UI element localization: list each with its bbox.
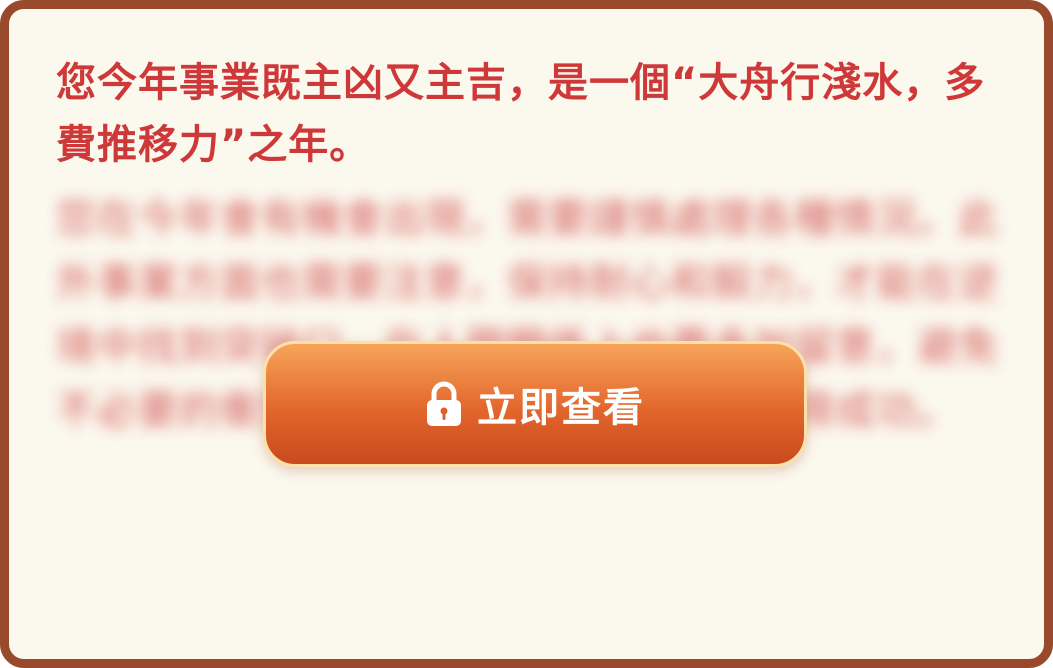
fortune-card: 您今年事業既主凶又主吉，是一個“大舟行淺水，多費推移力”之年。 您在今年會有機會…	[0, 0, 1053, 668]
fortune-intro-text: 您今年事業既主凶又主吉，是一個“大舟行淺水，多費推移力”之年。	[56, 60, 986, 168]
view-now-label: 立即查看	[477, 385, 645, 431]
view-now-button[interactable]: 立即查看	[263, 341, 807, 467]
lock-icon	[425, 381, 463, 427]
